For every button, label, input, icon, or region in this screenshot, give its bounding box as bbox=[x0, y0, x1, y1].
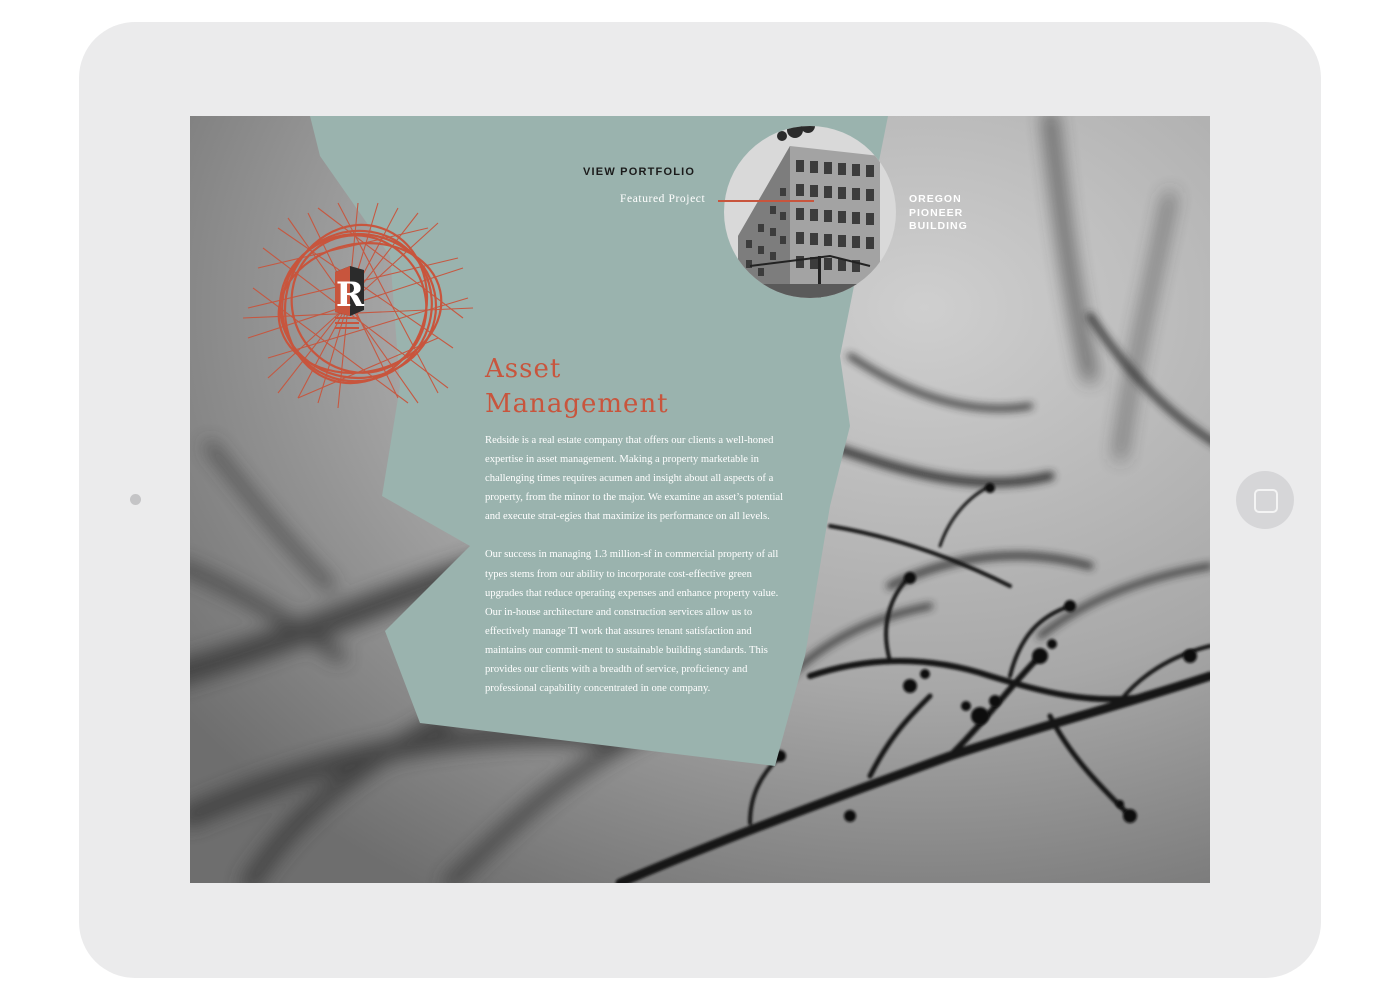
featured-project-name[interactable]: OREGON PIONEER BUILDING bbox=[909, 193, 999, 234]
project-name-line: PIONEER bbox=[909, 206, 964, 219]
page-title: Asset Management bbox=[485, 352, 785, 422]
redside-logo[interactable]: R bbox=[238, 198, 478, 413]
front-camera-icon bbox=[130, 494, 141, 505]
app-screen: R VIEW PORTFOLIO Featured Project OREGON… bbox=[190, 116, 1210, 883]
content-panel: Asset Management Redside is a real estat… bbox=[485, 352, 785, 698]
project-name-line: OREGON bbox=[909, 193, 962, 205]
logo-letter: R bbox=[336, 275, 365, 315]
featured-project-photo[interactable] bbox=[723, 125, 897, 299]
home-button[interactable] bbox=[1236, 471, 1294, 529]
project-name-line: BUILDING bbox=[909, 220, 968, 232]
featured-project-label: Featured Project bbox=[620, 193, 706, 205]
home-square-icon bbox=[1254, 489, 1278, 513]
view-portfolio-link[interactable]: VIEW PORTFOLIO bbox=[583, 166, 695, 178]
page-title-line: Management bbox=[485, 389, 669, 419]
hamburger-menu-icon[interactable] bbox=[335, 317, 359, 331]
page-title-line: Asset bbox=[485, 354, 562, 384]
body-paragraph: Our success in managing 1.3 million-sf i… bbox=[485, 549, 779, 695]
body-paragraph: Redside is a real estate company that of… bbox=[485, 435, 784, 523]
